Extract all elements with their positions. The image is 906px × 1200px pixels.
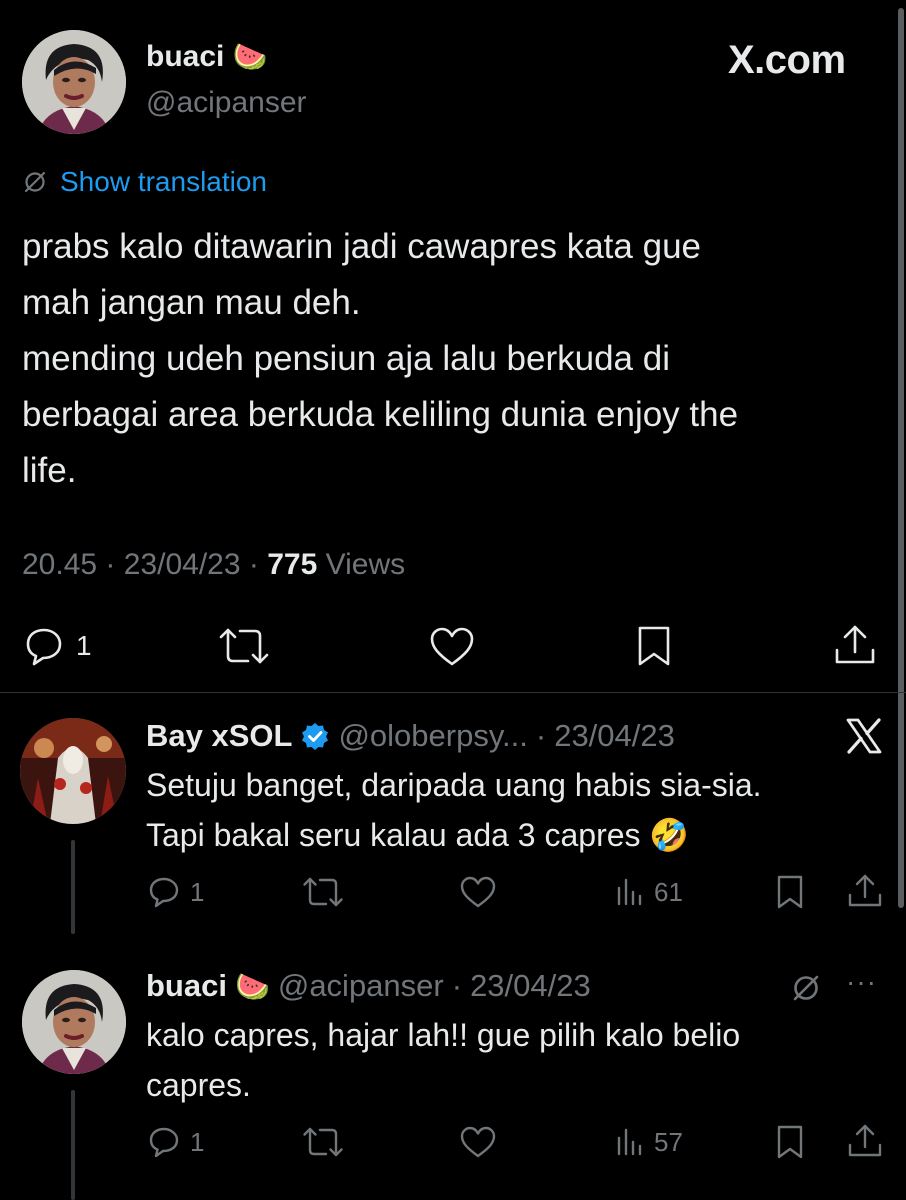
scrollbar[interactable]: [898, 8, 904, 908]
watermelon-emoji: 🍉: [234, 970, 270, 1002]
reply-button[interactable]: 1: [22, 624, 92, 668]
share-button[interactable]: [832, 622, 878, 668]
views-icon: [617, 1128, 642, 1156]
meta-separator: ·: [451, 968, 463, 1003]
reply-author-name[interactable]: Bay xSOL: [146, 718, 292, 754]
retweet-icon: [219, 628, 269, 664]
views-count: 61: [654, 876, 683, 907]
reply-header: Bay xSOL @oloberpsy... · 23/04/23: [146, 718, 675, 754]
reply-date[interactable]: 23/04/23: [554, 718, 675, 754]
share-icon: [848, 1124, 882, 1157]
show-translation-row[interactable]: Show translation: [22, 166, 267, 198]
tweet-text: prabs kalo ditawarin jadi cawapres kata …: [22, 219, 738, 499]
meta-separator: ·: [248, 548, 259, 581]
tweet-time[interactable]: 20.45: [22, 548, 97, 581]
divider: [0, 692, 906, 693]
reply-author-handle[interactable]: @oloberpsy...: [338, 718, 527, 754]
views-count: 57: [654, 1126, 683, 1157]
reply-text: Setuju banget, daripada uang habis sia-s…: [146, 760, 762, 860]
bookmark-button[interactable]: [632, 624, 676, 668]
share-icon: [835, 625, 875, 664]
author-name-row: buaci 🍉: [146, 40, 268, 74]
reply-count: 1: [190, 876, 205, 907]
tweet-text-line: mending udeh pensiun aja lalu berkuda di: [22, 339, 670, 378]
tweet-text-line: mah jangan mau deh.: [22, 283, 361, 322]
like-button[interactable]: [458, 874, 498, 910]
retweet-icon: [303, 1127, 343, 1157]
retweet-icon: [303, 877, 343, 907]
reply-text-line: capres.: [146, 1067, 251, 1103]
watermelon-emoji: 🍉: [232, 41, 268, 72]
reply-author-name[interactable]: buaci: [146, 968, 227, 1004]
reply-reply-button[interactable]: 1: [146, 1124, 204, 1160]
views-button[interactable]: 57: [614, 1124, 683, 1160]
avatar-image: [22, 30, 126, 134]
tweet-text-line: life.: [22, 451, 77, 490]
heart-icon: [460, 876, 496, 908]
share-button[interactable]: [846, 1122, 884, 1160]
more-options-button[interactable]: ···: [846, 966, 877, 998]
x-logo: X.com: [728, 38, 846, 82]
avatar-image: [22, 970, 126, 1074]
thread-line: [71, 1090, 75, 1200]
views-count: 775: [267, 548, 318, 581]
reply-header: buaci 🍉 @acipanser · 23/04/23: [146, 968, 591, 1004]
meta-separator: ·: [535, 718, 547, 753]
views-icon: [617, 878, 642, 906]
tweet-text-line: berbagai area berkuda keliling dunia enj…: [22, 395, 739, 434]
reply-author-handle[interactable]: @acipanser: [278, 968, 444, 1004]
reply-icon: [149, 877, 179, 908]
heart-icon: [430, 627, 474, 666]
reply-reply-button[interactable]: 1: [146, 874, 204, 910]
show-translation-link[interactable]: Show translation: [60, 166, 267, 198]
reply-text-line: Tapi bakal seru kalau ada 3 capres 🤣: [146, 817, 690, 853]
share-button[interactable]: [846, 872, 884, 910]
avatar-buaci[interactable]: [22, 970, 126, 1074]
verified-badge-icon: [302, 723, 329, 750]
no-translation-icon: [24, 171, 46, 193]
share-icon: [848, 874, 882, 907]
meta-separator: ·: [105, 548, 116, 581]
heart-icon: [460, 1126, 496, 1158]
avatar-image: [20, 718, 126, 824]
reply-icon: [26, 628, 62, 666]
bookmark-icon: [638, 626, 670, 666]
like-button[interactable]: [428, 624, 476, 668]
tweet-date[interactable]: 23/04/23: [124, 548, 241, 581]
retweet-button[interactable]: [302, 874, 344, 910]
views-button[interactable]: 61: [614, 874, 683, 910]
author-handle[interactable]: @acipanser: [146, 86, 307, 120]
reply-text-line: Setuju banget, daripada uang habis sia-s…: [146, 767, 762, 803]
tweet-text-line: prabs kalo ditawarin jadi cawapres kata …: [22, 227, 701, 266]
thread-line: [71, 840, 75, 934]
bookmark-icon: [777, 1125, 803, 1159]
reply-text-line: kalo capres, hajar lah!! gue pilih kalo …: [146, 1017, 741, 1053]
author-name[interactable]: buaci: [146, 40, 224, 73]
reply-date[interactable]: 23/04/23: [470, 968, 591, 1004]
bookmark-button[interactable]: [772, 874, 808, 910]
retweet-button[interactable]: [218, 624, 270, 668]
reply-count: 1: [190, 1126, 205, 1157]
avatar-bay-xsol[interactable]: [20, 718, 126, 824]
x-icon: [844, 716, 884, 756]
no-translation-icon[interactable]: [790, 972, 822, 1004]
tweet-meta: 20.45 · 23/04/23 · 775 Views: [22, 548, 405, 582]
avatar-buaci[interactable]: [22, 30, 126, 134]
views-label: Views: [325, 548, 406, 581]
reply-icon: [149, 1127, 179, 1158]
like-button[interactable]: [458, 1124, 498, 1160]
retweet-button[interactable]: [302, 1124, 344, 1160]
bookmark-button[interactable]: [772, 1124, 808, 1160]
reply-count: 1: [76, 630, 92, 661]
bookmark-icon: [777, 875, 803, 909]
reply-text: kalo capres, hajar lah!! gue pilih kalo …: [146, 1010, 740, 1110]
